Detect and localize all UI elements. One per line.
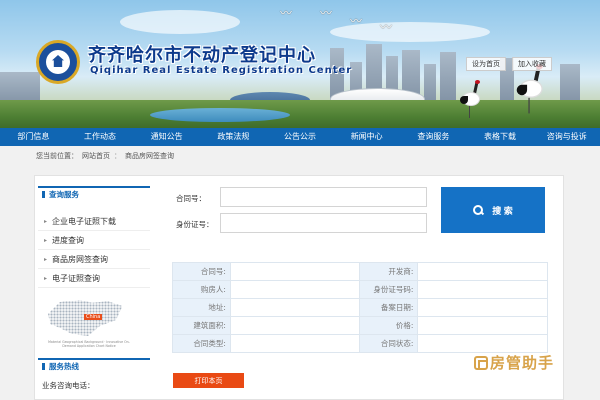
field-label: 身份证号码: <box>359 280 419 299</box>
hotline-heading-label: 服务热线 <box>49 361 79 371</box>
field-value <box>417 298 548 317</box>
search-button[interactable]: 搜 索 <box>441 187 545 233</box>
crane-icon <box>516 64 546 114</box>
heading-marker-icon <box>42 362 45 370</box>
field-value <box>229 262 361 281</box>
table-row: 建筑面积: 价格: <box>172 316 548 335</box>
id-number-input[interactable] <box>220 213 427 233</box>
field-value <box>229 298 361 317</box>
print-button[interactable]: 打印本页 <box>173 373 244 388</box>
cloud <box>120 10 240 34</box>
nav-item-query-service[interactable]: 查询服务 <box>400 128 467 146</box>
field-value <box>417 316 548 335</box>
sidebar-item-e-license[interactable]: ▸ 电子证照查询 <box>38 269 150 288</box>
app-logo-icon <box>474 355 488 370</box>
nav-item-consult[interactable]: 咨询与投诉 <box>533 128 600 146</box>
set-homepage-link[interactable]: 设为首页 <box>466 57 506 71</box>
chevron-right-icon: ▸ <box>44 217 48 225</box>
ground <box>0 100 600 128</box>
field-label: 建筑面积: <box>172 316 231 335</box>
chevron-right-icon: ▸ <box>44 255 48 263</box>
field-label: 价格: <box>359 316 419 335</box>
nav-item-notices[interactable]: 通知公告 <box>133 128 200 146</box>
sidebar-item-progress[interactable]: ▸ 进度查询 <box>38 231 150 250</box>
sidebar-item-label: 企业电子证照下载 <box>52 216 117 226</box>
field-label: 合同号: <box>172 262 231 281</box>
dotted-world-map: China Material Geographical Background ·… <box>38 298 142 350</box>
search-icon <box>473 204 484 216</box>
field-value <box>417 280 548 299</box>
bird-icon: 〰 <box>280 6 293 20</box>
site-title: 齐齐哈尔市不动产登记中心 <box>88 45 316 66</box>
sidebar-heading-label: 查询服务 <box>49 189 79 199</box>
table-row: 地址: 备案日期: <box>172 298 548 317</box>
field-value <box>229 280 361 299</box>
id-label: 身份证号： <box>176 220 214 229</box>
bird-icon: 〰 <box>380 20 393 34</box>
field-label: 合同类型: <box>172 334 231 353</box>
chevron-right-icon: ▸ <box>44 274 48 282</box>
contract-label: 合同号： <box>176 194 206 203</box>
breadcrumb-prefix: 您当前位置： <box>36 152 78 160</box>
table-row: 合同类型: 合同状态: <box>172 334 548 353</box>
map-tag: China <box>84 314 103 320</box>
sidebar-heading: 查询服务 <box>38 186 150 200</box>
contract-number-input[interactable] <box>220 187 427 207</box>
sidebar-item-enterprise-license[interactable]: ▸ 企业电子证照下载 <box>38 212 150 231</box>
search-button-label: 搜 索 <box>492 205 513 216</box>
field-value <box>229 316 361 335</box>
bird-icon: 〰 <box>320 6 333 20</box>
sidebar-item-house-contract[interactable]: ▸ 商品房网签查询 <box>38 250 150 269</box>
bird-icon: 〰 <box>350 14 363 28</box>
sidebar: 查询服务 ▸ 企业电子证照下载 ▸ 进度查询 ▸ 商品房网签查询 ▸ 电子证照查… <box>38 186 150 400</box>
nav-item-forms[interactable]: 表格下载 <box>467 128 534 146</box>
watermark-text: 房管助手 <box>490 354 555 372</box>
header-banner: 〰 〰 〰 〰 齐齐哈尔市不动产登记中心 Qiqihar Real Estate… <box>0 0 600 128</box>
table-row: 购房人: 身份证号码: <box>172 280 548 299</box>
nav-item-policies[interactable]: 政策法规 <box>200 128 267 146</box>
add-favorite-link[interactable]: 加入收藏 <box>512 57 552 71</box>
field-value <box>417 334 548 353</box>
crane-icon <box>460 80 482 118</box>
breadcrumb-separator: ： <box>114 152 121 160</box>
breadcrumb: 您当前位置： 网站首页 ： 商品房网签查询 <box>36 151 174 161</box>
sidebar-item-label: 电子证照查询 <box>52 273 101 283</box>
field-label: 合同状态: <box>359 334 419 353</box>
lake <box>150 108 290 122</box>
hotline-heading: 服务热线 <box>38 358 150 372</box>
nav-item-department[interactable]: 部门信息 <box>0 128 67 146</box>
hotline-label: 业务咨询电话： <box>42 381 95 390</box>
field-label: 备案日期: <box>359 298 419 317</box>
chevron-right-icon: ▸ <box>44 236 48 244</box>
site-subtitle: Qiqihar Real Estate Registration Center <box>90 65 353 76</box>
field-label: 地址: <box>172 298 231 317</box>
breadcrumb-home-link[interactable]: 网站首页 <box>82 151 110 161</box>
result-table: 合同号: 开发商: 购房人: 身份证号码: 地址: 备案日期: 建筑面积: 价格… <box>172 262 548 353</box>
field-value <box>229 334 361 353</box>
breadcrumb-current: 商品房网签查询 <box>125 152 174 160</box>
site-logo[interactable] <box>36 40 80 84</box>
sidebar-list: ▸ 企业电子证照下载 ▸ 进度查询 ▸ 商品房网签查询 ▸ 电子证照查询 <box>38 212 150 288</box>
field-label: 购房人: <box>172 280 231 299</box>
main-nav: 部门信息 工作动态 通知公告 政策法规 公告公示 新闻中心 查询服务 表格下载 … <box>0 128 600 146</box>
watermark: 房管助手 <box>474 352 554 373</box>
nav-item-news-center[interactable]: 新闻中心 <box>333 128 400 146</box>
field-value <box>417 262 548 281</box>
field-label: 开发商: <box>359 262 419 281</box>
nav-item-work-news[interactable]: 工作动态 <box>67 128 134 146</box>
sidebar-item-label: 商品房网签查询 <box>52 254 109 264</box>
nav-item-announcements[interactable]: 公告公示 <box>267 128 334 146</box>
map-caption: Material Geographical Background · Innov… <box>48 340 130 348</box>
table-row: 合同号: 开发商: <box>172 262 548 281</box>
heading-marker-icon <box>42 190 45 198</box>
top-links: 设为首页 加入收藏 <box>466 57 552 71</box>
sidebar-item-label: 进度查询 <box>52 235 85 245</box>
